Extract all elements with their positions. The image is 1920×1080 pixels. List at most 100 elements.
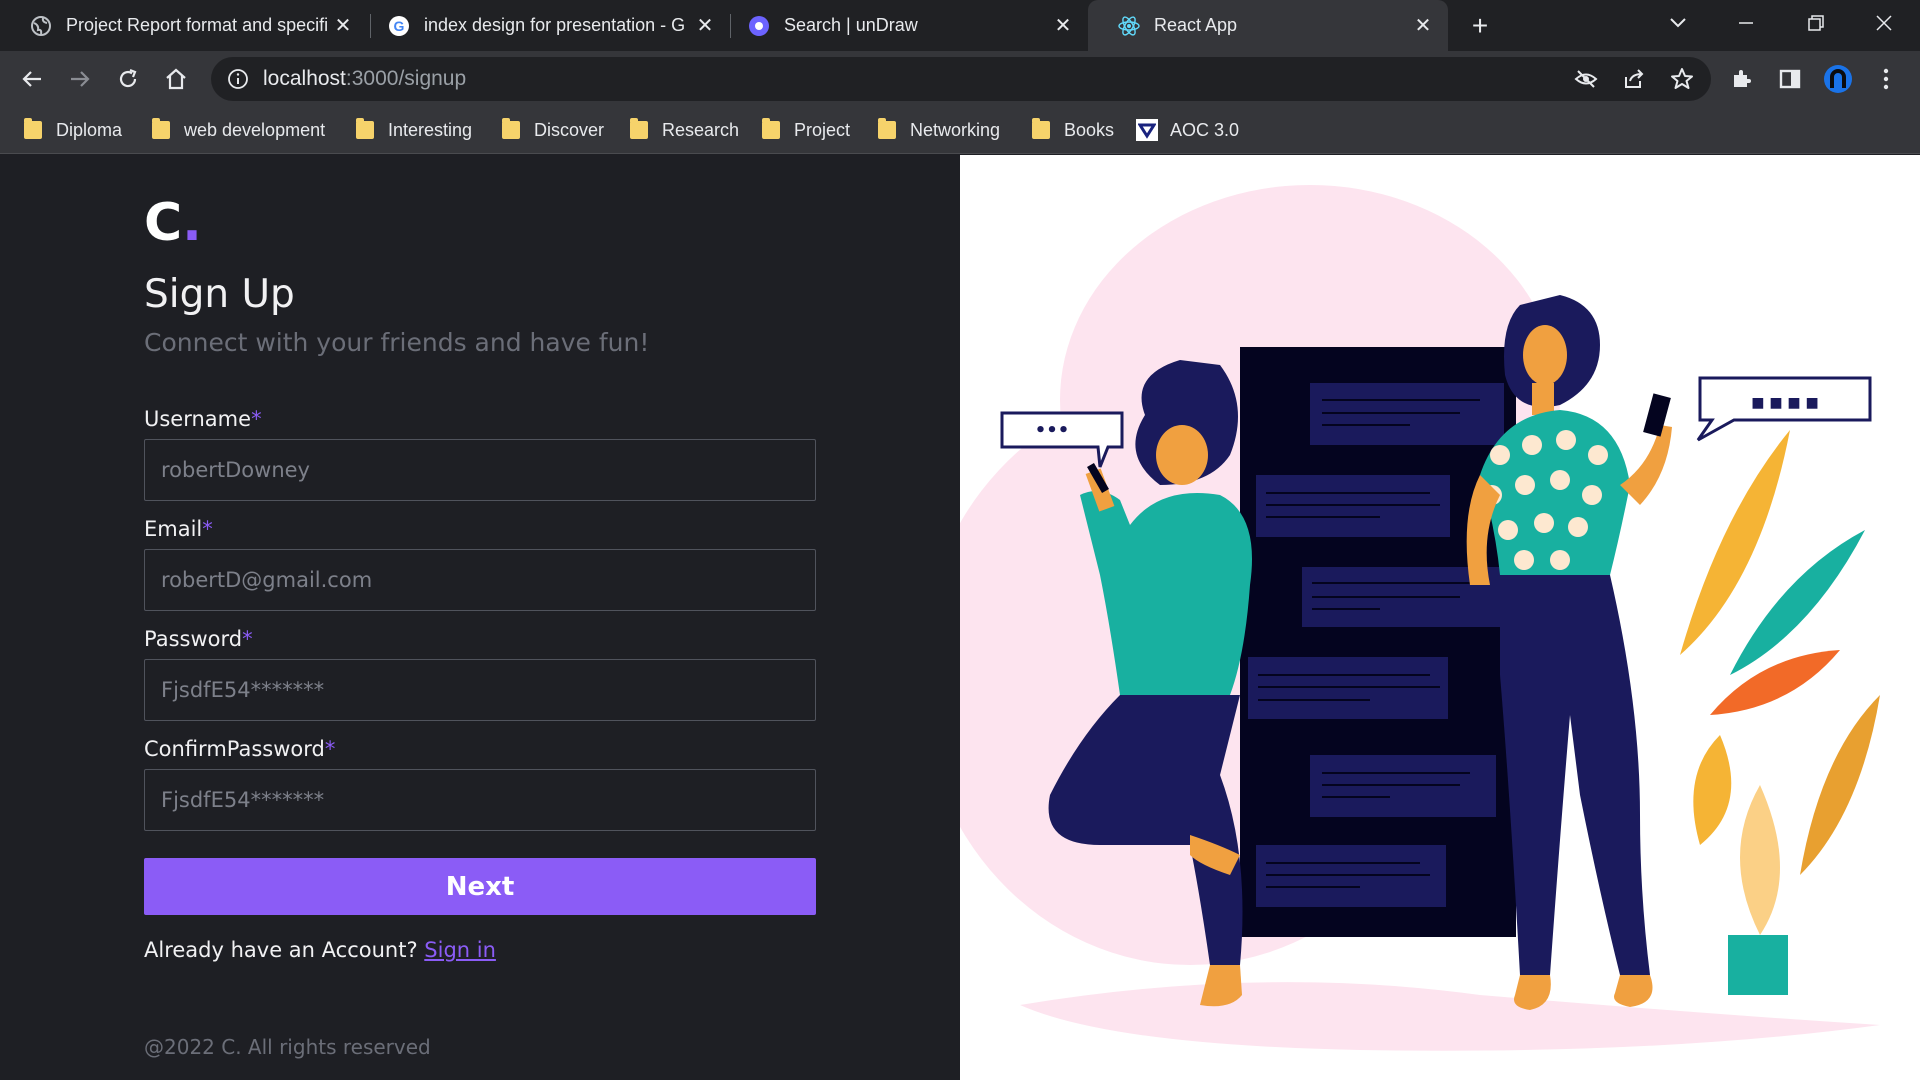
bookmark-diploma[interactable]: Diploma bbox=[24, 107, 122, 153]
menu-kebab-icon[interactable] bbox=[1868, 61, 1904, 97]
confirm-password-input[interactable] bbox=[144, 769, 816, 831]
password-input[interactable] bbox=[144, 659, 816, 721]
page-title: Sign Up bbox=[144, 272, 295, 317]
bookmark-project[interactable]: Project bbox=[762, 107, 850, 153]
url-text: localhost:3000/signup bbox=[263, 67, 466, 91]
bookmark-label: AOC 3.0 bbox=[1170, 119, 1240, 140]
bookmarks-bar: Diploma web development Interesting Disc… bbox=[0, 107, 1920, 154]
chat-illustration: ••• ■ ■ ■ ■ bbox=[960, 185, 1880, 1051]
close-tab-icon[interactable]: ✕ bbox=[1052, 15, 1074, 37]
bookmark-aoc[interactable]: AOC 3.0 bbox=[1136, 107, 1239, 153]
tab-index-design[interactable]: G index design for presentation - G ✕ bbox=[358, 0, 730, 51]
share-icon[interactable] bbox=[1616, 61, 1652, 97]
email-input[interactable] bbox=[144, 549, 816, 611]
username-input[interactable] bbox=[144, 439, 816, 501]
bookmark-web-development[interactable]: web development bbox=[152, 107, 325, 153]
password-label-text: Password bbox=[144, 627, 243, 651]
folder-icon bbox=[1032, 118, 1050, 139]
signin-prompt: Already have an Account? Sign in bbox=[144, 938, 496, 962]
url-path: :3000/signup bbox=[345, 67, 467, 90]
folder-icon bbox=[762, 118, 780, 139]
tab-project-report[interactable]: Project Report format and specifi ✕ bbox=[0, 0, 368, 51]
reload-button[interactable] bbox=[108, 59, 148, 99]
right-bubble-dots: ■ ■ ■ ■ bbox=[1751, 395, 1819, 411]
google-icon: G bbox=[388, 15, 410, 37]
signup-panel: C. Sign Up Connect with your friends and… bbox=[0, 155, 960, 1080]
folder-icon bbox=[502, 118, 520, 139]
password-label: Password* bbox=[144, 627, 253, 651]
close-window-button[interactable] bbox=[1866, 8, 1902, 38]
signin-link[interactable]: Sign in bbox=[424, 938, 496, 962]
email-label-text: Email bbox=[144, 517, 203, 541]
tab-search-chevron-icon[interactable] bbox=[1660, 8, 1696, 38]
bookmark-star-icon[interactable] bbox=[1664, 61, 1700, 97]
home-button[interactable] bbox=[156, 59, 196, 99]
confirm-password-label: ConfirmPassword* bbox=[144, 737, 335, 761]
folder-icon bbox=[152, 118, 170, 139]
bookmark-discover[interactable]: Discover bbox=[502, 107, 604, 153]
close-tab-icon[interactable]: ✕ bbox=[332, 15, 354, 37]
bookmark-research[interactable]: Research bbox=[630, 107, 739, 153]
required-mark: * bbox=[202, 517, 213, 541]
folder-icon bbox=[630, 118, 648, 139]
tab-title: Project Report format and specifi bbox=[66, 15, 329, 35]
right-speech-bubble: ■ ■ ■ ■ bbox=[1696, 376, 1872, 442]
folder-icon bbox=[356, 118, 374, 139]
close-tab-icon[interactable]: ✕ bbox=[694, 15, 716, 37]
username-label: Username* bbox=[144, 407, 262, 431]
confirm-password-label-text: ConfirmPassword bbox=[144, 737, 325, 761]
eye-slash-icon[interactable] bbox=[1568, 61, 1604, 97]
globe-icon bbox=[30, 15, 52, 37]
new-tab-button[interactable]: + bbox=[1464, 10, 1496, 42]
bookmark-interesting[interactable]: Interesting bbox=[356, 107, 472, 153]
site-info-icon[interactable] bbox=[227, 68, 249, 90]
app-logo: C. bbox=[144, 193, 202, 253]
logo-letter: C bbox=[144, 193, 183, 253]
profile-avatar-icon[interactable] bbox=[1820, 61, 1856, 97]
extensions-icon[interactable] bbox=[1724, 61, 1760, 97]
bookmark-books[interactable]: Books bbox=[1032, 107, 1114, 153]
browser-tab-strip: Project Report format and specifi ✕ G in… bbox=[0, 0, 1920, 51]
email-label: Email* bbox=[144, 517, 213, 541]
bookmark-label: Diploma bbox=[56, 119, 123, 140]
folder-icon bbox=[24, 118, 42, 139]
tab-undraw[interactable]: Search | unDraw ✕ bbox=[718, 0, 1088, 51]
bookmark-label: Networking bbox=[910, 119, 1001, 140]
close-tab-icon[interactable]: ✕ bbox=[1412, 15, 1434, 37]
tab-title: Search | unDraw bbox=[784, 15, 918, 35]
browser-toolbar: localhost:3000/signup bbox=[0, 51, 1920, 107]
bookmark-label: Books bbox=[1064, 119, 1115, 140]
bookmark-label: Research bbox=[662, 119, 740, 140]
next-button[interactable]: Next bbox=[144, 858, 816, 915]
required-mark: * bbox=[324, 737, 336, 761]
folder-icon bbox=[878, 118, 896, 139]
tab-react-app[interactable]: React App ✕ bbox=[1088, 0, 1448, 51]
minimize-button[interactable] bbox=[1728, 8, 1764, 38]
left-bubble-dots: ••• bbox=[1035, 420, 1070, 441]
react-icon bbox=[1118, 15, 1140, 37]
tab-title: React App bbox=[1154, 15, 1238, 35]
page-subtitle: Connect with your friends and have fun! bbox=[144, 328, 650, 357]
already-text: Already have an Account? bbox=[144, 938, 418, 962]
username-label-text: Username bbox=[144, 407, 252, 431]
address-bar[interactable]: localhost:3000/signup bbox=[211, 57, 1711, 101]
tab-title: index design for presentation - G bbox=[424, 15, 686, 35]
illustration-panel: ••• ■ ■ ■ ■ bbox=[960, 155, 1920, 1080]
plant-leaves bbox=[1680, 430, 1880, 995]
logo-dot: . bbox=[182, 193, 202, 253]
plant-pot bbox=[1728, 935, 1788, 995]
bookmark-label: web development bbox=[184, 119, 326, 140]
bookmark-label: Interesting bbox=[388, 119, 473, 140]
required-mark: * bbox=[242, 627, 253, 651]
url-host: localhost bbox=[263, 67, 346, 90]
svg-text:G: G bbox=[394, 18, 405, 34]
bookmark-networking[interactable]: Networking bbox=[878, 107, 1000, 153]
restore-button[interactable] bbox=[1798, 8, 1834, 38]
undraw-icon bbox=[748, 15, 770, 37]
bookmark-label: Project bbox=[794, 119, 851, 140]
side-panel-icon[interactable] bbox=[1772, 61, 1808, 97]
back-button[interactable] bbox=[12, 59, 52, 99]
required-mark: * bbox=[251, 407, 262, 431]
bookmark-label: Discover bbox=[534, 119, 605, 140]
forward-button[interactable] bbox=[60, 59, 100, 99]
